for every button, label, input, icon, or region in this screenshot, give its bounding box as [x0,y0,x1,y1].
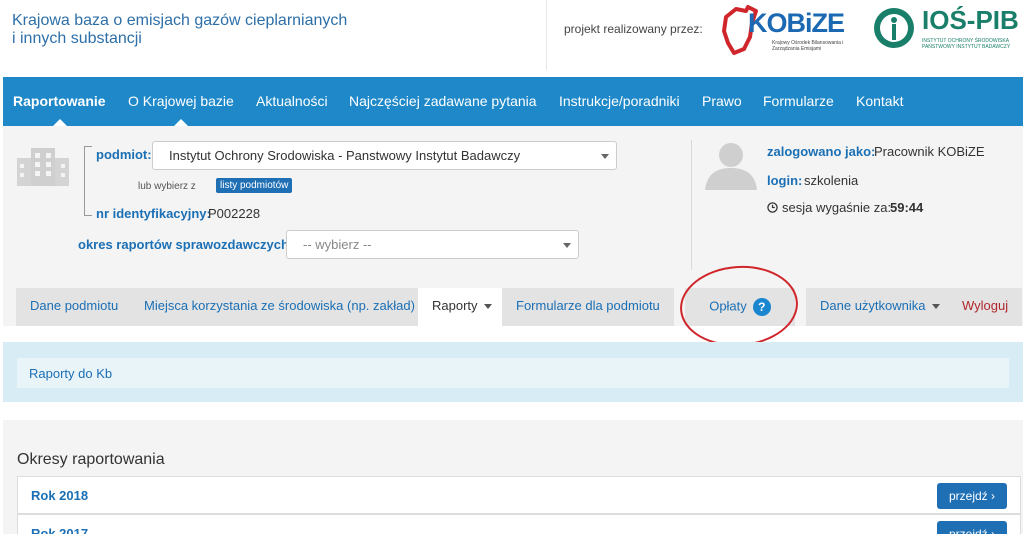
period-go-button[interactable]: przejdź › [936,521,1007,534]
subject-panel: podmiot: Instytut Ochrony Srodowiska - P… [3,126,1023,326]
site-header: Krajowa baza o emisjach gazów cieplarnia… [0,0,1023,72]
nav-item-kontakt[interactable]: Kontakt [856,93,903,109]
panel-divider [691,140,692,270]
reports-band: Raporty do Kb [3,342,1023,402]
subject-label: podmiot: [96,147,152,162]
or-choose-label: lub wybierz z [138,181,196,192]
chevron-down-icon [563,243,571,248]
tab-oplaty[interactable]: Opłaty? [685,288,795,326]
nav-item-aktualnosci[interactable]: Aktualności [256,93,328,109]
logout-label: Wyloguj [962,298,1009,313]
nav-item-formularze[interactable]: Formularze [763,93,834,109]
tab-dane-uzytkownika[interactable]: Dane użytkownika [806,288,954,326]
tab-dane-podmiotu-label: Dane podmiotu [30,298,119,313]
tab-dane-uzytkownika-label: Dane użytkownika [820,298,926,313]
session-timer: 59:44 [890,200,924,215]
subject-list-button[interactable]: listy podmiotów [216,178,293,193]
ios-pib-logo[interactable]: IOŚ-PIB [922,5,1019,36]
caret-down-icon [931,304,940,310]
logged-as-label: zalogowano jako: [767,144,876,159]
ios-pib-logo-subtitle: INSTYTUT OCHRONY ŚRODOWISKA PAŃSTWOWY IN… [922,38,1011,50]
subject-bracket [84,146,92,216]
site-title-line2: i innych substancji [12,30,142,47]
tab-formularze-podmiotu[interactable]: Formularze dla podmiotu [502,288,674,326]
id-value: P002228 [208,206,261,221]
login-label: login: [767,173,803,188]
period-go-button[interactable]: przejdź › [936,483,1007,509]
tab-raporty[interactable]: Raporty [418,288,506,326]
nav-item-raportowanie[interactable]: Raportowanie [13,93,106,109]
session-label: sesja wygaśnie za: [782,200,892,215]
site-title-line1: Krajowa baza o emisjach gazów cieplarnia… [12,12,348,29]
reports-link[interactable]: Raporty do Kb [17,358,1009,388]
nav-item-o-krajowej-bazie[interactable]: O Krajowej bazie [128,93,234,109]
building-icon [17,148,69,186]
user-avatar-icon [705,143,757,190]
nav-item-instrukcje[interactable]: Instrukcje/poradniki [559,93,680,109]
subject-select[interactable]: Instytut Ochrony Srodowiska - Panstwowy … [152,141,617,170]
periods-section: Okresy raportowania Rok 2018 przejdź › R… [3,420,1023,534]
tab-formularze-label: Formularze dla podmiotu [516,298,660,313]
periods-title: Okresy raportowania [17,451,165,468]
help-icon[interactable]: ? [752,298,771,316]
clock-icon [767,202,778,213]
project-label: projekt realizowany przez: [564,22,703,36]
header-divider [546,0,547,70]
period-select-value: -- wybierz -- [303,237,372,252]
login-value: szkolenia [804,173,859,188]
kobize-logo-subtitle: Krajowy Ośrodek Bilansowania i Zarządzan… [772,40,844,52]
period-row: Rok 2017 przejdź › [17,514,1021,534]
period-select[interactable]: -- wybierz -- [286,230,579,259]
caret-down-icon [483,304,492,310]
nav-item-prawo[interactable]: Prawo [702,93,742,109]
tab-miejsca-label: Miejsca korzystania ze środowiska (np. z… [144,298,415,313]
period-row-year[interactable]: Rok 2017 [31,526,88,534]
tab-oplaty-label: Opłaty [709,298,747,314]
kobize-logo[interactable]: KOBiZE [748,8,845,39]
site-title[interactable]: Krajowa baza o emisjach gazów cieplarnia… [12,12,372,48]
chevron-down-icon [601,154,609,159]
ios-pib-emblem-icon [874,8,914,48]
period-row-year[interactable]: Rok 2018 [31,488,88,503]
id-label: nr identyfikacyjny: [96,206,211,221]
nav-item-faq[interactable]: Najczęściej zadawane pytania [349,93,537,109]
main-navigation: Raportowanie O Krajowej bazie Aktualnośc… [3,77,1023,127]
period-row: Rok 2018 przejdź › [17,476,1021,514]
period-label: okres raportów sprawozdawczych: [78,237,294,252]
logged-as-value: Pracownik KOBiZE [874,144,985,159]
subject-select-value: Instytut Ochrony Srodowiska - Panstwowy … [169,148,521,163]
tab-miejsca[interactable]: Miejsca korzystania ze środowiska (np. z… [130,288,429,326]
tab-dane-podmiotu[interactable]: Dane podmiotu [16,288,133,326]
tab-raporty-label: Raporty [432,298,478,313]
logout-tab[interactable]: Wyloguj [948,288,1023,326]
